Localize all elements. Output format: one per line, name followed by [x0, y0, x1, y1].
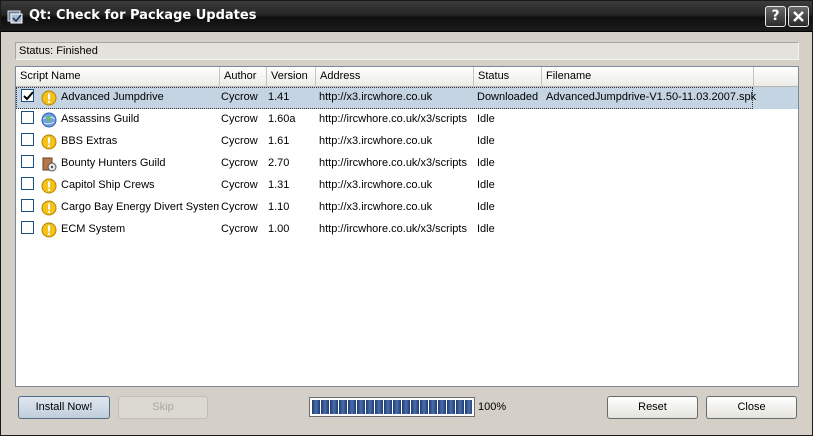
skip-button[interactable]: Skip [118, 396, 208, 419]
cell-script-name: ECM System [61, 223, 126, 235]
cell-author: Cycrow [221, 179, 258, 191]
package-list[interactable]: Script Name Author Version Address Statu… [15, 66, 799, 387]
info-icon [41, 134, 57, 150]
list-header: Script Name Author Version Address Statu… [16, 67, 798, 87]
info-icon [41, 200, 57, 216]
cell-filename: AdvancedJumpdrive-V1.50-11.03.2007.spk [546, 91, 756, 103]
cell-status: Idle [477, 179, 495, 191]
cell-author: Cycrow [221, 157, 258, 169]
cell-script-name: Capitol Ship Crews [61, 179, 155, 191]
cell-filename [546, 219, 756, 241]
cell-address: http://x3.ircwhore.co.uk [319, 91, 433, 103]
column-header-status[interactable]: Status [474, 67, 542, 87]
cell-address: http://ircwhore.co.uk/x3/scripts [319, 113, 467, 125]
close-window-button[interactable] [788, 6, 809, 27]
progress-bar [309, 397, 475, 417]
column-header-address[interactable]: Address [316, 67, 474, 87]
window-title: Qt: Check for Package Updates [29, 8, 257, 23]
cell-status: Idle [477, 113, 495, 125]
package-icon [42, 157, 57, 172]
dialog-window: Qt: Check for Package Updates ? Status: … [0, 0, 813, 436]
cell-version: 1.31 [268, 179, 290, 191]
table-row[interactable]: Capitol Ship Crews Cycrow 1.31 http://x3.ir… [16, 175, 798, 197]
cell-filename [546, 153, 756, 175]
table-row[interactable]: Assassins Guild Cycrow 1.60a http://ircwhor… [16, 109, 798, 131]
close-button[interactable]: Close [706, 396, 797, 419]
install-now-button[interactable]: Install Now! [18, 396, 110, 419]
cell-script-name: Assassins Guild [61, 113, 140, 125]
row-checkbox[interactable] [21, 221, 34, 234]
column-header-filename[interactable]: Filename [542, 67, 754, 87]
checkmark-icon [23, 91, 34, 101]
title-bar[interactable]: Qt: Check for Package Updates ? [1, 1, 812, 32]
table-row[interactable]: ECM System Cycrow 1.00 http://ircwhore.co.u… [16, 219, 798, 241]
row-checkbox[interactable] [21, 155, 34, 168]
cell-status: Idle [477, 201, 495, 213]
cell-address: http://ircwhore.co.uk/x3/scripts [319, 223, 467, 235]
cell-author: Cycrow [221, 201, 258, 213]
info-icon [41, 90, 57, 106]
table-row[interactable]: Advanced Jumpdrive Cycrow 1.41 http://x3.ir… [16, 87, 798, 109]
cell-script-name: BBS Extras [61, 135, 118, 147]
cell-script-name: Cargo Bay Energy Divert System [61, 201, 219, 213]
info-icon [41, 178, 57, 194]
cell-version: 1.60a [268, 113, 296, 125]
info-icon [41, 222, 57, 238]
cell-author: Cycrow [221, 113, 258, 125]
help-button[interactable]: ? [765, 6, 786, 27]
cell-status: Idle [477, 157, 495, 169]
cell-version: 1.00 [268, 223, 290, 235]
cell-script-name: Bounty Hunters Guild [61, 157, 166, 169]
cell-script-name: Advanced Jumpdrive [61, 91, 164, 103]
row-checkbox[interactable] [21, 177, 34, 190]
cell-status: Idle [477, 223, 495, 235]
cell-author: Cycrow [221, 223, 258, 235]
column-header-author[interactable]: Author [220, 67, 267, 87]
row-checkbox[interactable] [21, 199, 34, 212]
column-header-script-name[interactable]: Script Name [16, 67, 220, 87]
table-row[interactable]: BBS Extras Cycrow 1.61 http://x3.ircwhore.c… [16, 131, 798, 153]
globe-icon [41, 112, 57, 128]
progress-label: 100% [478, 401, 507, 413]
row-checkbox[interactable] [21, 111, 34, 124]
reset-button[interactable]: Reset [607, 396, 698, 419]
cell-version: 2.70 [268, 157, 290, 169]
cell-address: http://x3.ircwhore.co.uk [319, 135, 433, 147]
cell-status: Downloaded [477, 91, 539, 103]
close-icon [793, 11, 804, 22]
table-row[interactable]: Cargo Bay Energy Divert System Cycrow 1.10… [16, 197, 798, 219]
cell-address: http://x3.ircwhore.co.uk [319, 201, 433, 213]
cell-status: Idle [477, 135, 495, 147]
column-header-version[interactable]: Version [267, 67, 316, 87]
row-checkbox[interactable] [21, 133, 34, 146]
progress-fill [312, 400, 472, 414]
cell-address: http://x3.ircwhore.co.uk [319, 179, 433, 191]
cell-filename [546, 197, 756, 219]
cell-version: 1.41 [268, 91, 290, 103]
app-icon [7, 10, 23, 24]
cell-version: 1.61 [268, 135, 290, 147]
status-field: Status: Finished [15, 42, 799, 60]
cell-filename [546, 131, 756, 153]
table-row[interactable]: Bounty Hunters Guild Cycrow 2.70 http://irc… [16, 153, 798, 175]
cell-version: 1.10 [268, 201, 290, 213]
cell-filename [546, 175, 756, 197]
row-checkbox[interactable] [21, 89, 34, 102]
cell-author: Cycrow [221, 135, 258, 147]
cell-filename [546, 109, 756, 131]
cell-author: Cycrow [221, 91, 258, 103]
cell-address: http://ircwhore.co.uk/x3/scripts [319, 157, 467, 169]
